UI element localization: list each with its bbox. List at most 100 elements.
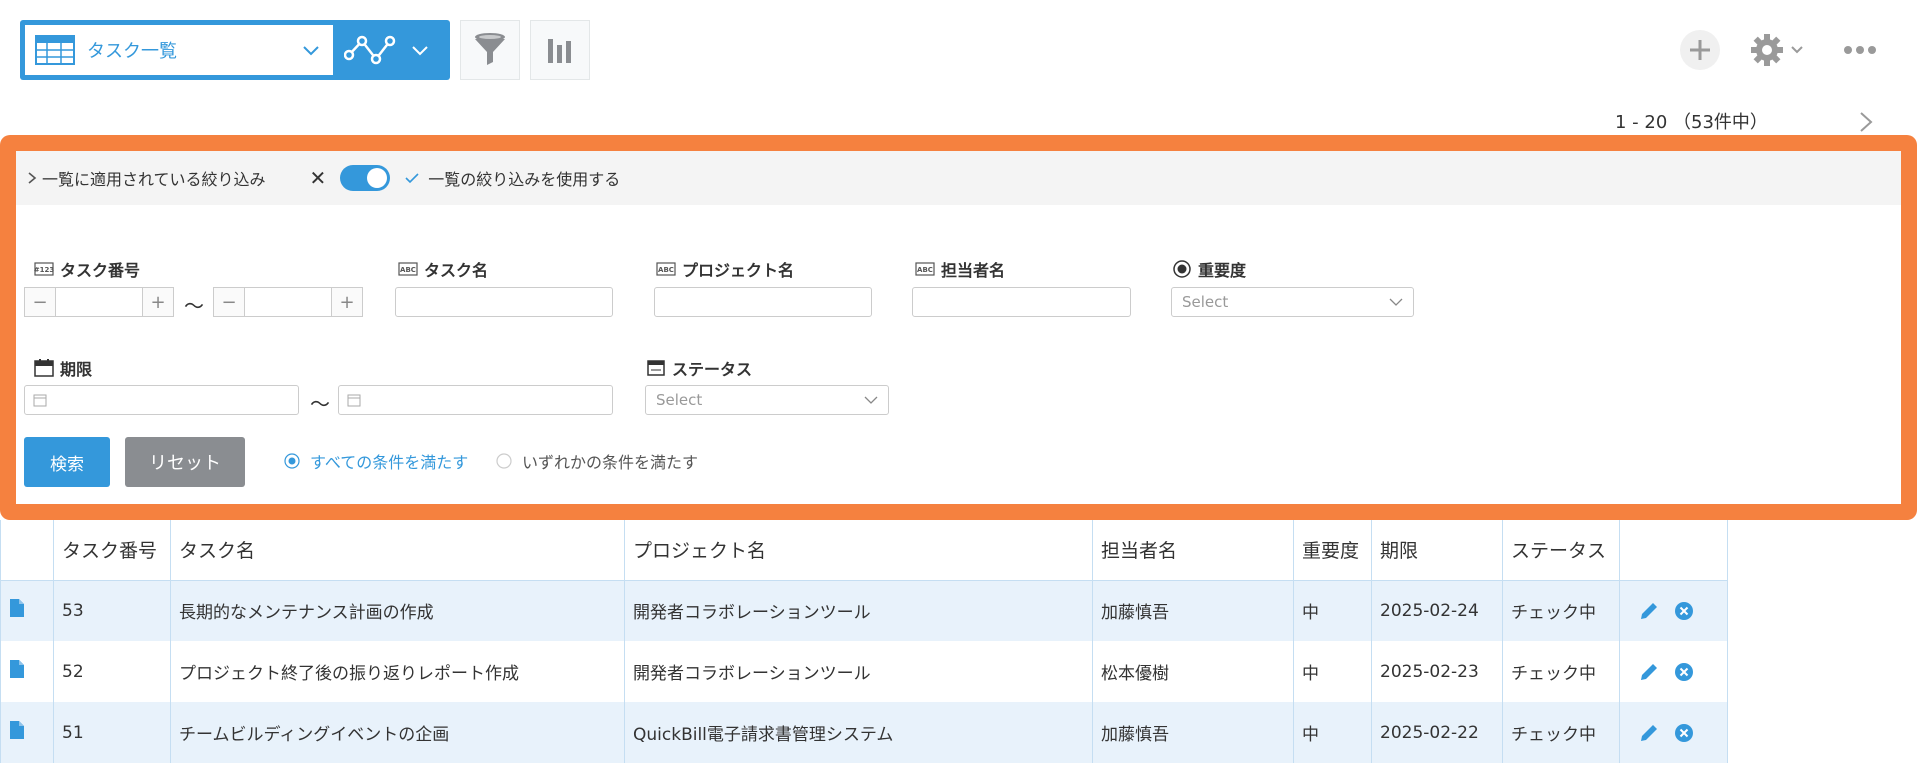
radio-field-icon	[1173, 260, 1191, 278]
header-project-name[interactable]: プロジェクト名	[624, 520, 1093, 581]
svg-text:ABC: ABC	[400, 266, 416, 274]
pencil-icon[interactable]	[1638, 722, 1660, 744]
plus-icon[interactable]: +	[332, 288, 362, 316]
field-status: ステータス	[646, 356, 752, 380]
toolbar: タスク一覧 1 - 20 （53件中）	[0, 0, 1917, 133]
chevron-down-icon[interactable]	[410, 40, 430, 60]
number-field-icon: #123	[34, 262, 54, 276]
field-due-date: 期限	[34, 356, 92, 380]
pencil-icon[interactable]	[1638, 661, 1660, 683]
task-number-to-input[interactable]	[244, 288, 332, 316]
table-header-row: タスク番号 タスク名 プロジェクト名 担当者名 重要度 期限 ステータス	[0, 520, 1728, 581]
match-all-option[interactable]: すべての条件を満たす	[284, 449, 468, 473]
header-icon-column	[0, 520, 54, 581]
chevron-right-icon[interactable]	[1855, 110, 1877, 134]
header-status[interactable]: ステータス	[1502, 520, 1620, 581]
svg-text:ABC: ABC	[917, 266, 933, 274]
table-view-icon	[35, 35, 75, 65]
task-number-from-input[interactable]	[55, 288, 143, 316]
header-actions	[1619, 520, 1728, 581]
project-name-input[interactable]	[654, 287, 872, 317]
svg-text:#123: #123	[34, 266, 54, 274]
use-filter-toggle[interactable]	[340, 165, 391, 191]
filter-panel: 一覧に適用されている絞り込み ✕ 一覧の絞り込みを使用する #123 タスク番号…	[0, 135, 1917, 520]
delete-icon[interactable]	[1674, 662, 1694, 682]
applied-filter-label[interactable]: 一覧に適用されている絞り込み	[42, 166, 266, 190]
plus-icon[interactable]: +	[143, 288, 173, 316]
reset-button[interactable]: リセット	[125, 437, 245, 487]
priority-select[interactable]: Select	[1171, 287, 1414, 317]
chevron-down-icon	[1791, 46, 1803, 54]
view-name: タスク一覧	[87, 41, 177, 62]
header-priority[interactable]: 重要度	[1293, 520, 1372, 581]
due-date-to-input[interactable]	[338, 385, 613, 415]
more-options-button[interactable]	[1840, 30, 1880, 70]
task-number-to: − +	[213, 287, 363, 317]
chevron-down-icon	[1389, 298, 1403, 306]
due-date-from-input[interactable]	[24, 385, 299, 415]
bar-chart-icon	[548, 39, 571, 63]
text-field-icon: ABC	[398, 262, 418, 276]
table-row: 51 チームビルディングイベントの企画 QuickBill電子請求書管理システム…	[0, 702, 1728, 763]
document-icon[interactable]	[9, 659, 25, 679]
assignee-input[interactable]	[912, 287, 1131, 317]
cell-priority: 中	[1293, 702, 1372, 763]
header-due-date[interactable]: 期限	[1371, 520, 1503, 581]
task-table: タスク番号 タスク名 プロジェクト名 担当者名 重要度 期限 ステータス 53 …	[0, 520, 1728, 763]
add-record-button[interactable]	[1680, 30, 1720, 70]
field-task-number: #123 タスク番号	[34, 261, 141, 280]
cell-priority: 中	[1293, 580, 1372, 641]
cell-task-name: プロジェクト終了後の振り返りレポート作成	[170, 641, 625, 702]
cell-task-number: 52	[53, 641, 171, 702]
view-selector[interactable]: タスク一覧	[20, 20, 450, 80]
cell-task-number: 53	[53, 580, 171, 641]
cell-due-date: 2025-02-24	[1371, 580, 1503, 641]
delete-icon[interactable]	[1674, 601, 1694, 621]
settings-button[interactable]	[1750, 30, 1810, 70]
match-any-option[interactable]: いずれかの条件を満たす	[496, 449, 698, 473]
text-field-icon: ABC	[915, 262, 935, 276]
cell-project-name: QuickBill電子請求書管理システム	[624, 702, 1093, 763]
radio-unselected-icon	[496, 453, 512, 469]
status-field-icon	[647, 360, 665, 376]
close-icon[interactable]: ✕	[310, 166, 327, 190]
chevron-down-icon	[303, 46, 319, 56]
header-task-number[interactable]: タスク番号	[53, 520, 171, 581]
check-icon	[405, 173, 419, 184]
table-row: 53 長期的なメンテナンス計画の作成 開発者コラボレーションツール 加藤慎吾 中…	[0, 580, 1728, 641]
task-name-input[interactable]	[395, 287, 613, 317]
document-icon[interactable]	[9, 598, 25, 618]
cell-due-date: 2025-02-22	[1371, 702, 1503, 763]
field-project-name: ABC プロジェクト名	[656, 257, 794, 281]
plus-icon	[1690, 40, 1710, 60]
delete-icon[interactable]	[1674, 723, 1694, 743]
gear-icon	[1751, 34, 1783, 66]
document-icon[interactable]	[9, 720, 25, 740]
pencil-icon[interactable]	[1638, 600, 1660, 622]
cell-project-name: 開発者コラボレーションツール	[624, 580, 1093, 641]
svg-text:ABC: ABC	[658, 266, 674, 274]
search-button[interactable]: 検索	[24, 437, 110, 487]
cell-assignee: 加藤慎吾	[1092, 580, 1294, 641]
calendar-icon	[33, 394, 47, 407]
header-assignee[interactable]: 担当者名	[1092, 520, 1294, 581]
minus-icon[interactable]: −	[25, 288, 55, 316]
task-number-from: − +	[24, 287, 174, 317]
status-select[interactable]: Select	[645, 385, 889, 415]
chevron-down-icon	[864, 396, 878, 404]
minus-icon[interactable]: −	[214, 288, 244, 316]
cell-task-name: 長期的なメンテナンス計画の作成	[170, 580, 625, 641]
pagination-info: 1 - 20 （53件中）	[1615, 112, 1768, 133]
chart-button[interactable]	[530, 20, 590, 80]
view-dropdown[interactable]: タスク一覧	[25, 25, 333, 75]
filter-header: 一覧に適用されている絞り込み ✕ 一覧の絞り込みを使用する	[16, 151, 1901, 205]
cell-status: チェック中	[1502, 580, 1620, 641]
cell-status: チェック中	[1502, 702, 1620, 763]
filter-button[interactable]	[460, 20, 520, 80]
header-task-name[interactable]: タスク名	[170, 520, 625, 581]
range-separator: 〜	[310, 392, 330, 416]
chevron-right-icon[interactable]	[26, 171, 38, 185]
cell-due-date: 2025-02-23	[1371, 641, 1503, 702]
graph-view-button[interactable]	[340, 28, 400, 72]
cell-assignee: 加藤慎吾	[1092, 702, 1294, 763]
